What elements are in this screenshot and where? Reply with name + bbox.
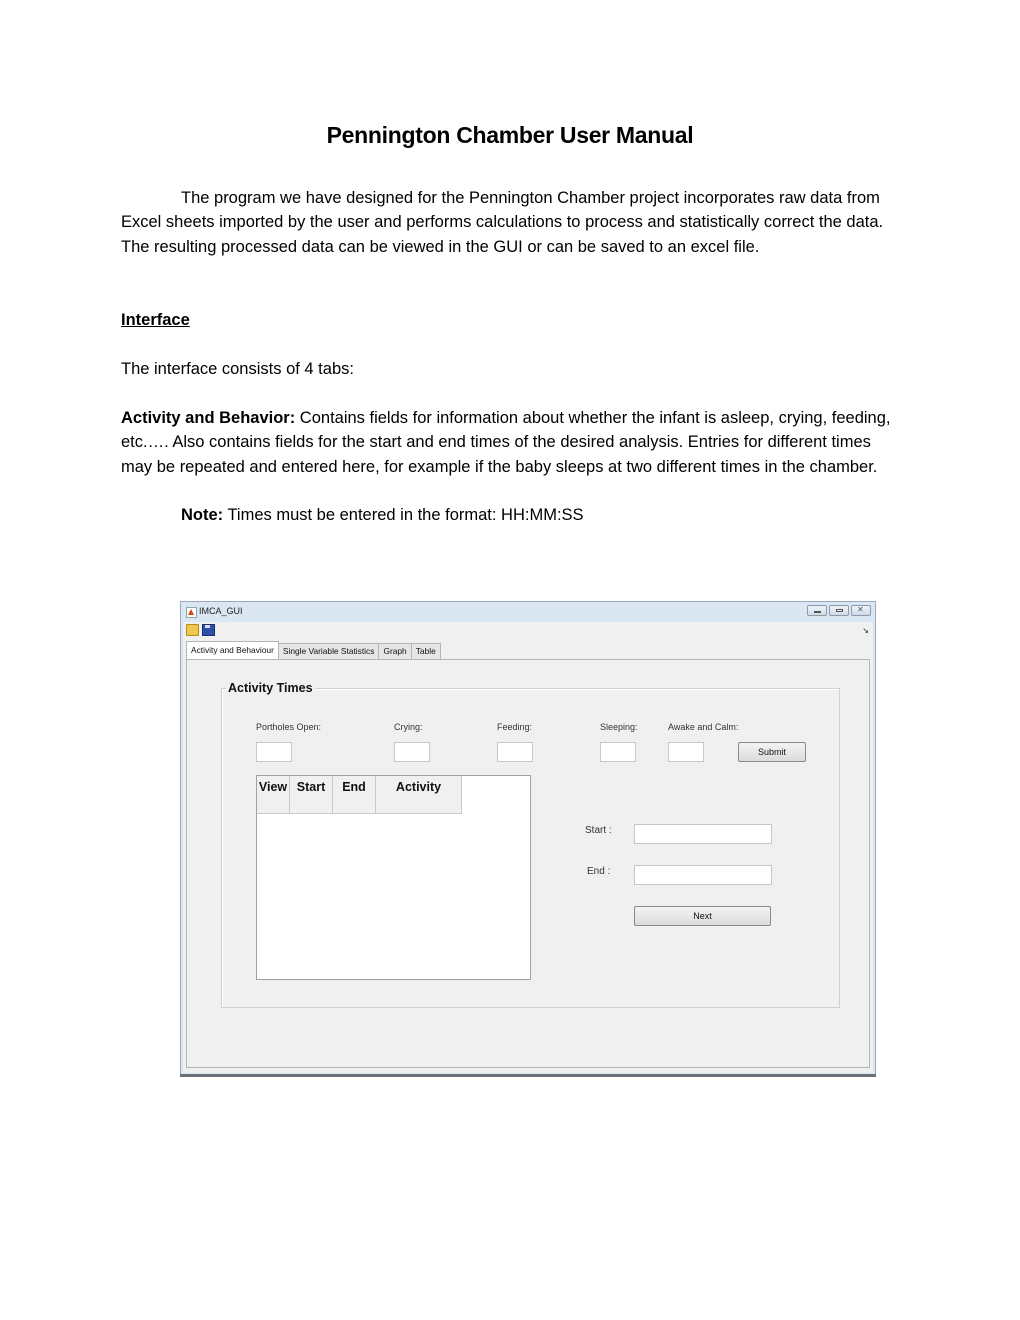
end-label: End : [587, 866, 611, 877]
start-label: Start : [585, 825, 612, 836]
close-icon: ✕ [857, 605, 864, 614]
column-header-start[interactable]: Start [290, 776, 333, 814]
tabs-intro: The interface consists of 4 tabs: [121, 360, 354, 378]
activity-term: Activity and Behavior: [121, 409, 296, 427]
feeding-label: Feeding: [497, 722, 533, 732]
tab-strip: Activity and Behaviour Single Variable S… [186, 641, 441, 659]
awake-and-calm-field[interactable] [668, 742, 704, 762]
tab-single-variable-statistics[interactable]: Single Variable Statistics [277, 643, 380, 659]
note-text: Times must be entered in the format: HH:… [223, 506, 584, 524]
intro-paragraph: The program we have designed for the Pen… [121, 189, 884, 256]
window-titlebar[interactable]: IMCA_GUI ✕ [181, 602, 875, 622]
save-icon[interactable] [202, 624, 215, 636]
close-button[interactable]: ✕ [851, 605, 871, 616]
tab-graph[interactable]: Graph [378, 643, 412, 659]
window-title: IMCA_GUI [199, 606, 243, 616]
sleeping-field[interactable] [600, 742, 636, 762]
interface-heading: Interface [121, 311, 190, 329]
group-title: Activity Times [226, 681, 315, 695]
note-paragraph: Note: Times must be entered in the forma… [181, 503, 961, 527]
minimize-icon [814, 611, 821, 613]
folder-open-icon[interactable] [186, 624, 199, 636]
portholes-open-label: Portholes Open: [256, 722, 322, 732]
feeding-field[interactable] [497, 742, 533, 762]
note-term: Note: [181, 506, 224, 524]
portholes-open-field[interactable] [256, 742, 292, 762]
matlab-app-icon [186, 607, 197, 618]
toolbar-toggle-icon[interactable]: ↘ [862, 626, 869, 635]
minimize-button[interactable] [807, 605, 827, 616]
activity-times-group: Activity Times Portholes Open: Crying: F… [221, 681, 840, 1008]
window-client-area: Activity and Behaviour Single Variable S… [183, 639, 873, 1073]
tab-table[interactable]: Table [410, 643, 441, 659]
toolbar: ↘ [183, 622, 873, 640]
column-header-view[interactable]: View [257, 776, 290, 814]
awake-and-calm-label: Awake and Calm: [668, 722, 739, 732]
document-title: Pennington Chamber User Manual [326, 122, 694, 148]
sleeping-label: Sleeping: [600, 722, 638, 732]
next-button[interactable]: Next [634, 906, 771, 926]
activity-table[interactable]: View Start End Activity [256, 775, 531, 980]
tab-activity-and-behaviour[interactable]: Activity and Behaviour [186, 641, 279, 659]
maximize-button[interactable] [829, 605, 849, 616]
imca-gui-window: IMCA_GUI ✕ ↘ Activity and Behaviour Sing… [180, 601, 876, 1077]
submit-button[interactable]: Submit [738, 742, 806, 762]
column-header-end[interactable]: End [333, 776, 376, 814]
end-time-field[interactable] [634, 865, 772, 885]
window-bottom-edge [180, 1074, 876, 1077]
activity-tab-panel: Activity Times Portholes Open: Crying: F… [186, 659, 870, 1068]
crying-field[interactable] [394, 742, 430, 762]
start-time-field[interactable] [634, 824, 772, 844]
maximize-icon [836, 609, 843, 612]
activity-paragraph: Activity and Behavior: Contains fields f… [121, 406, 901, 479]
table-header: View Start End Activity [257, 776, 530, 814]
crying-label: Crying: [394, 722, 423, 732]
column-header-activity[interactable]: Activity [376, 776, 462, 814]
